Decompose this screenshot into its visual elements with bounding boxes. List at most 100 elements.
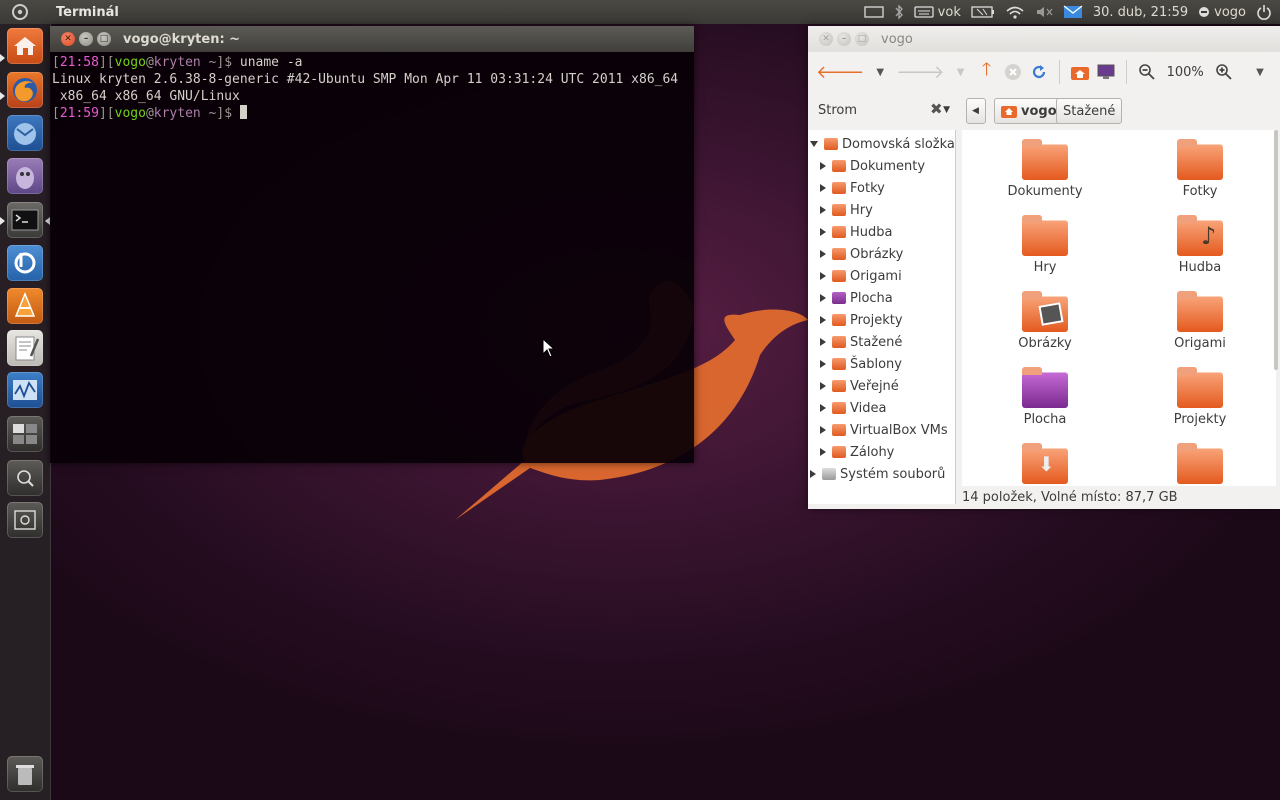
terminal-titlebar[interactable]: ✕ – □ vogo@kryten: ~ xyxy=(50,26,694,52)
volume-muted-icon[interactable] xyxy=(1035,5,1053,19)
tree-item[interactable]: Projekty xyxy=(820,309,903,331)
vlc-icon[interactable] xyxy=(7,288,43,324)
expander-icon[interactable] xyxy=(820,426,826,434)
view-menu-dropdown-icon[interactable]: ▼ xyxy=(1250,59,1270,85)
close-side-pane-icon[interactable]: ✖ xyxy=(930,100,943,118)
clock[interactable]: 30. dub, 21:59 xyxy=(1093,5,1188,20)
user-menu[interactable]: vogo xyxy=(1198,5,1246,20)
power-icon[interactable] xyxy=(1256,4,1272,20)
home-folder-icon[interactable] xyxy=(1070,59,1090,85)
folder-item[interactable]: Plocha xyxy=(990,360,1100,427)
terminal-window[interactable]: ✕ – □ vogo@kryten: ~ [21:58][vogo@kryten… xyxy=(50,26,694,463)
battery-icon[interactable] xyxy=(971,6,995,18)
file-manager-window[interactable]: ✕ – □ vogo 🡐 ▼ 🡒 ▼ 🡑 100% ▼ Strom ▼ ✖ ◀ … xyxy=(808,26,1280,509)
expander-icon[interactable] xyxy=(820,162,826,170)
running-indicator xyxy=(0,54,5,62)
close-button[interactable]: ✕ xyxy=(819,32,833,46)
tree-item[interactable]: Veřejné xyxy=(820,375,899,397)
expander-icon[interactable] xyxy=(820,338,826,346)
expander-icon[interactable] xyxy=(820,184,826,192)
home-folder-icon[interactable] xyxy=(7,28,43,64)
maximize-button[interactable]: □ xyxy=(97,32,111,46)
tree-item[interactable]: Hudba xyxy=(820,221,893,243)
folder-item-label: Origami xyxy=(1174,336,1226,351)
expander-icon[interactable] xyxy=(820,404,826,412)
terminal-icon[interactable] xyxy=(7,202,43,238)
folder-item[interactable]: Projekty xyxy=(1145,360,1255,427)
tree-item[interactable]: Fotky xyxy=(820,177,885,199)
tree-item[interactable]: Stažené xyxy=(820,331,902,353)
folder-item[interactable]: Fotky xyxy=(1145,132,1255,199)
expander-icon[interactable] xyxy=(820,206,826,214)
folder-item[interactable]: Obrázky xyxy=(990,284,1100,351)
zoom-out-icon[interactable] xyxy=(1137,59,1157,85)
breadcrumb-scroll-left[interactable]: ◀ xyxy=(966,98,986,124)
expander-open-icon[interactable] xyxy=(810,141,818,147)
location-bar: Strom ▼ ✖ ◀ vogo Stažené xyxy=(808,98,1280,128)
breadcrumb-downloads[interactable]: Stažené xyxy=(1056,98,1123,124)
window-indicator-icon[interactable] xyxy=(864,6,884,18)
up-arrow-icon[interactable]: 🡑 xyxy=(977,59,997,85)
expander-icon[interactable] xyxy=(820,448,826,456)
back-history-dropdown-icon[interactable]: ▼ xyxy=(870,59,890,85)
tree-item[interactable]: Origami xyxy=(820,265,902,287)
tree-item[interactable]: Plocha xyxy=(820,287,893,309)
workspace-switcher-icon[interactable] xyxy=(7,416,43,452)
prompt-host: kryten xyxy=(153,106,201,121)
tree-item-filesystem[interactable]: Systém souborů xyxy=(810,463,945,485)
terminal-output[interactable]: [21:58][vogo@kryten ~]$ uname -a Linux k… xyxy=(50,52,694,124)
tree-item[interactable]: VirtualBox VMs xyxy=(820,419,948,441)
folder-item[interactable]: ♪ Hudba xyxy=(1145,208,1255,275)
tree-item[interactable]: Dokumenty xyxy=(820,155,925,177)
tree-item[interactable]: Obrázky xyxy=(820,243,903,265)
pidgin-icon[interactable] xyxy=(7,158,43,194)
breadcrumb-home[interactable]: vogo xyxy=(994,98,1064,124)
stop-icon[interactable] xyxy=(1003,59,1023,85)
scrollbar[interactable] xyxy=(1274,130,1278,370)
expander-icon[interactable] xyxy=(820,250,826,258)
tree-item[interactable]: Šablony xyxy=(820,353,902,375)
trash-icon[interactable] xyxy=(7,756,43,792)
folder-item[interactable]: ⬇ xyxy=(990,436,1100,486)
thunderbird-icon[interactable] xyxy=(7,115,43,151)
icon-view[interactable]: Dokumenty Fotky Hry ♪ Hudba Obrázky Origa… xyxy=(962,130,1276,486)
close-button[interactable]: ✕ xyxy=(61,32,75,46)
text-editor-icon[interactable] xyxy=(7,330,43,366)
expander-icon[interactable] xyxy=(820,294,826,302)
expander-icon[interactable] xyxy=(820,360,826,368)
tree-item-home[interactable]: Domovská složka xyxy=(810,133,955,155)
tree-item[interactable]: Hry xyxy=(820,199,873,221)
maximize-button[interactable]: □ xyxy=(855,32,869,46)
back-arrow-icon[interactable]: 🡐 xyxy=(816,59,864,85)
zoom-in-icon[interactable] xyxy=(1214,59,1234,85)
expander-icon[interactable] xyxy=(820,228,826,236)
system-monitor-icon[interactable] xyxy=(7,372,43,408)
folder-item[interactable]: Origami xyxy=(1145,284,1255,351)
folder-item[interactable] xyxy=(1145,436,1255,486)
wifi-icon[interactable] xyxy=(1005,5,1025,19)
expander-icon[interactable] xyxy=(820,272,826,280)
tree-item[interactable]: Videa xyxy=(820,397,886,419)
ubuntu-logo-icon[interactable] xyxy=(0,0,40,24)
banshee-icon[interactable] xyxy=(7,245,43,281)
reload-icon[interactable] xyxy=(1029,59,1049,85)
tree-item[interactable]: Zálohy xyxy=(820,441,894,463)
bluetooth-icon[interactable] xyxy=(894,4,904,20)
zoom-out-icon[interactable] xyxy=(7,502,43,538)
expander-icon[interactable] xyxy=(820,382,826,390)
forward-history-dropdown-icon[interactable]: ▼ xyxy=(951,59,971,85)
file-manager-titlebar[interactable]: ✕ – □ vogo xyxy=(808,26,1280,52)
folder-item[interactable]: Dokumenty xyxy=(990,132,1100,199)
expander-icon[interactable] xyxy=(820,316,826,324)
zoom-in-icon[interactable] xyxy=(7,460,43,496)
computer-icon[interactable] xyxy=(1096,59,1116,85)
firefox-icon[interactable] xyxy=(7,72,43,108)
folder-item[interactable]: Hry xyxy=(990,208,1100,275)
expander-icon[interactable] xyxy=(810,470,816,478)
minimize-button[interactable]: – xyxy=(837,32,851,46)
mail-icon[interactable] xyxy=(1063,5,1083,19)
forward-arrow-icon[interactable]: 🡒 xyxy=(896,59,944,85)
folder-tree[interactable]: Domovská složka Dokumenty Fotky Hry Hudb… xyxy=(808,130,956,504)
keyboard-indicator[interactable]: vok xyxy=(914,5,961,20)
minimize-button[interactable]: – xyxy=(79,32,93,46)
